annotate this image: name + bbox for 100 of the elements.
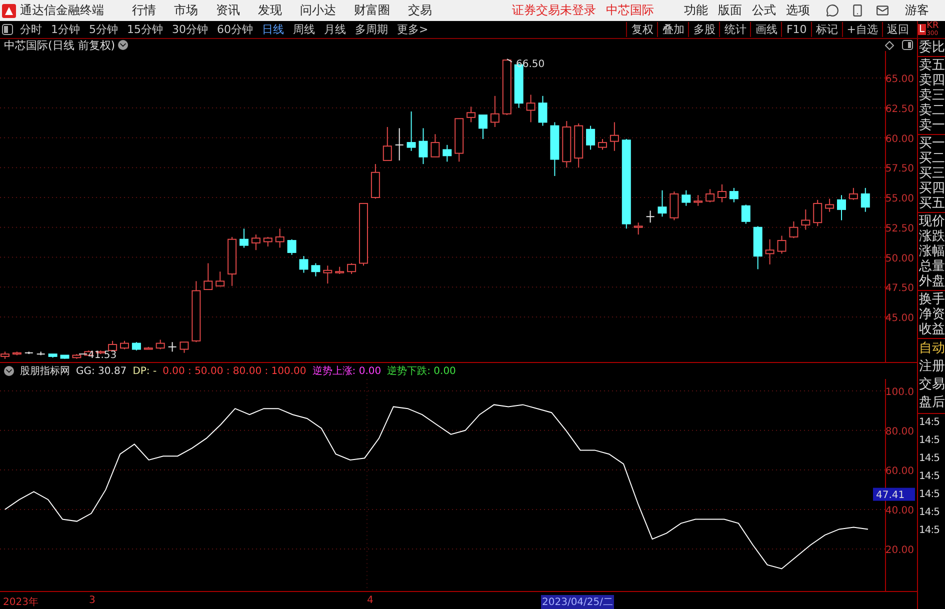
candlestick	[765, 238, 774, 265]
candlestick	[741, 204, 750, 224]
dropdown-icon[interactable]	[4, 366, 14, 376]
candlestick	[586, 125, 596, 150]
user-label[interactable]: 游客	[905, 2, 929, 19]
mail-icon[interactable]	[876, 4, 889, 17]
candlestick	[311, 262, 320, 277]
quote-field-label: 涨幅	[918, 244, 945, 259]
candlestick	[323, 265, 332, 284]
menu-item[interactable]: 版面	[718, 2, 742, 19]
period-tab[interactable]: 30分钟	[169, 22, 211, 37]
quote-field-label: 卖三	[918, 88, 945, 103]
indicator-legend: 股朋指标网	[20, 364, 70, 378]
candlestick	[848, 187, 858, 200]
candlestick	[430, 134, 440, 158]
trade-time: 14:5	[918, 488, 940, 502]
period-tab[interactable]: 日线	[259, 22, 287, 37]
period-tab[interactable]: 60分钟	[214, 22, 256, 37]
candlestick	[287, 238, 296, 256]
period-tab[interactable]: 周线	[290, 22, 318, 37]
toolbar-button[interactable]: 多股	[688, 22, 720, 37]
mode-tab[interactable]: 交易	[918, 376, 945, 394]
menu-item[interactable]: 问小达	[300, 2, 336, 19]
trade-time: 14:5	[918, 470, 940, 484]
candlestick	[658, 190, 667, 218]
candlestick	[204, 262, 213, 290]
trade-time: 14:5	[918, 452, 940, 466]
axis-label: 20.00	[885, 545, 914, 556]
toolbar-button[interactable]: 复权	[626, 22, 658, 37]
candlestick	[442, 144, 452, 162]
period-tab[interactable]: 15分钟	[124, 22, 166, 37]
chat-icon[interactable]	[826, 4, 839, 17]
period-tab[interactable]: 多周期	[352, 22, 391, 37]
quote-field-label: 卖一	[918, 118, 945, 133]
indicator-legend: GG: 30.87	[76, 366, 127, 377]
period-tab[interactable]: 月线	[321, 22, 349, 37]
trade-time: 14:5	[918, 416, 940, 430]
period-tab[interactable]: 分时	[17, 22, 45, 37]
candlestick	[466, 106, 476, 123]
toolbar-button[interactable]: 画线	[750, 22, 782, 37]
quote-field-label: 外盘	[918, 274, 945, 289]
menu-item[interactable]: 财富圈	[354, 2, 390, 19]
candlestick	[801, 208, 810, 230]
menu-item[interactable]: 功能	[684, 2, 708, 19]
phone-icon[interactable]	[851, 4, 864, 17]
time-axis-label: 2023/04/25/二	[541, 595, 614, 609]
candlestick	[526, 94, 536, 123]
menu-item[interactable]: 发现	[258, 2, 282, 19]
toolbar-button[interactable]: 返回	[882, 22, 913, 37]
candlestick	[251, 234, 260, 251]
toolbar-button[interactable]: +自选	[842, 22, 882, 37]
menu-item[interactable]: 交易	[408, 2, 432, 19]
menu-item[interactable]: 选项	[786, 2, 810, 19]
candlestick	[860, 187, 870, 212]
mode-tab[interactable]: 盘后	[918, 394, 945, 412]
dropdown-icon[interactable]	[118, 40, 128, 50]
stock-code: KR	[926, 22, 939, 30]
cursor-value-tag: 47.41	[873, 488, 915, 502]
candlestick	[168, 342, 177, 352]
quote-field-label: 买一	[918, 136, 945, 151]
candlestick	[753, 226, 762, 270]
candlestick	[347, 262, 356, 274]
candlestick	[394, 128, 404, 161]
candlestick	[610, 122, 619, 152]
price-axis-label: 55.00	[885, 194, 914, 204]
candlestick	[144, 346, 153, 350]
quote-field-label: 现价	[918, 214, 945, 229]
menu-item[interactable]: 行情	[132, 2, 156, 19]
status-notice[interactable]: 中芯国际	[606, 2, 654, 19]
quote-field-label: 换手	[918, 292, 945, 307]
price-axis-label: 65.00	[885, 74, 914, 85]
quote-field-label: 卖四	[918, 73, 945, 88]
menu-item[interactable]: 公式	[752, 2, 776, 19]
panel-toggle-icon[interactable]	[2, 24, 13, 35]
panel-toggle-icon[interactable]	[902, 40, 913, 50]
candlestick	[729, 187, 738, 203]
toolbar-button[interactable]: 标记	[810, 22, 842, 37]
axis-label: 100.0	[885, 387, 914, 398]
toolbar-button[interactable]: 叠加	[657, 22, 688, 37]
diamond-icon[interactable]	[885, 40, 894, 50]
status-notice[interactable]: 证券交易未登录	[512, 2, 596, 19]
time-axis-label: 2023年	[2, 596, 40, 609]
mode-tab[interactable]: 自动	[918, 340, 945, 358]
mode-tab[interactable]: 注册	[918, 358, 945, 376]
time-axis-label: 3	[88, 595, 96, 606]
period-tab[interactable]: 更多>	[394, 22, 432, 37]
candlestick	[36, 351, 46, 356]
candlestick	[777, 235, 786, 254]
toolbar-button[interactable]: 统计	[719, 22, 750, 37]
candlestick	[694, 194, 703, 206]
candlestick	[108, 340, 118, 351]
candlestick	[406, 110, 416, 152]
price-axis-label: 52.50	[885, 223, 914, 234]
menu-item[interactable]: 资讯	[216, 2, 240, 19]
candlestick	[418, 128, 428, 165]
period-tab[interactable]: 5分钟	[86, 22, 121, 37]
toolbar-button[interactable]: F10	[781, 22, 811, 37]
period-tab[interactable]: 1分钟	[48, 22, 83, 37]
candlestick	[574, 122, 584, 168]
menu-item[interactable]: 市场	[174, 2, 198, 19]
